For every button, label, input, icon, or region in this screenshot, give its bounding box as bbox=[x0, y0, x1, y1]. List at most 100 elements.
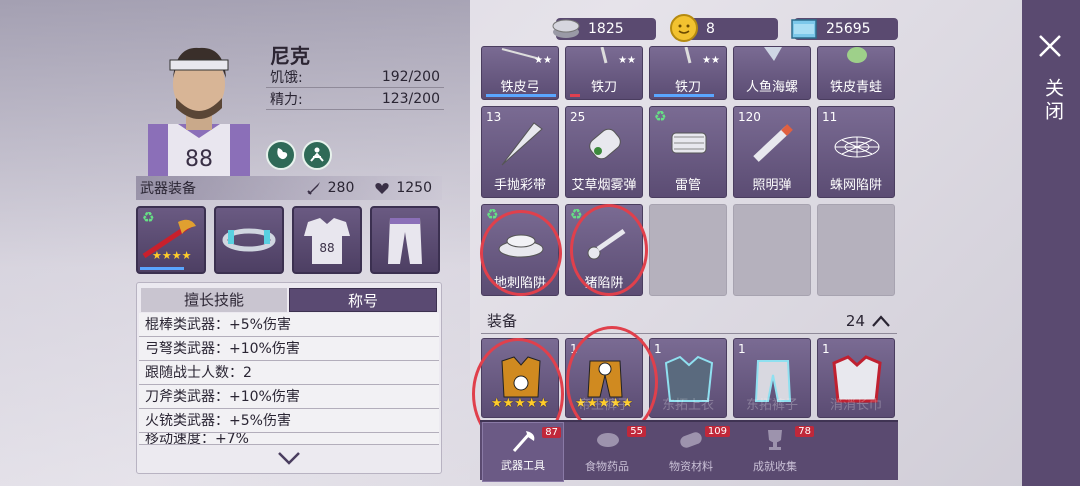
tab-food-medicine[interactable]: 55 食物药品 bbox=[566, 422, 648, 482]
conch-icon bbox=[764, 47, 782, 61]
log-icon bbox=[680, 432, 702, 448]
heart-icon bbox=[375, 183, 390, 194]
empty-slot bbox=[817, 204, 895, 296]
inventory-item[interactable]: 25 艾草烟雾弹 bbox=[565, 106, 643, 198]
chevron-down-icon[interactable] bbox=[276, 450, 302, 466]
currency-ticket: 25695 bbox=[791, 18, 898, 40]
skill-row: 棍棒类武器：+5%伤害 bbox=[139, 313, 439, 337]
annotation-circle bbox=[570, 204, 648, 296]
tab-label: 武器工具 bbox=[501, 459, 545, 472]
skill-row: 跟随战士人数：2 bbox=[139, 361, 439, 385]
equipment-count: 24 bbox=[845, 311, 865, 330]
durability-bar bbox=[654, 94, 714, 97]
trophy-icon bbox=[768, 430, 782, 450]
inventory-item[interactable]: ★★ 铁皮弓 bbox=[481, 46, 559, 100]
item-label: 消消长巾 bbox=[829, 398, 882, 413]
ticket-icon bbox=[791, 19, 817, 39]
close-icon[interactable] bbox=[1036, 32, 1064, 60]
stat-value: 192/200 bbox=[381, 68, 440, 85]
chevron-up-icon[interactable] bbox=[871, 314, 891, 328]
equipped-accessory-slot[interactable] bbox=[214, 206, 284, 274]
currency-silver: 1825 bbox=[552, 18, 656, 40]
item-label: 铁皮弓 bbox=[500, 80, 540, 95]
item-stars: ★★ bbox=[618, 55, 636, 66]
item-label: 人鱼海螺 bbox=[745, 80, 798, 95]
item-stars: ★★ bbox=[534, 55, 552, 66]
tab-count: 87 bbox=[542, 427, 561, 438]
health-stat: 1250 bbox=[374, 180, 432, 196]
skills-panel: 擅长技能 称号 棍棒类武器：+5%伤害 弓弩类武器：+10%伤害 跟随战士人数：… bbox=[136, 282, 442, 474]
item-label: 东拓裤子 bbox=[745, 398, 798, 413]
stat-label: 精力: bbox=[270, 91, 303, 108]
empty-slot bbox=[649, 204, 727, 296]
durability-bar bbox=[570, 94, 580, 97]
coin-stack-icon bbox=[552, 19, 580, 38]
inventory-item[interactable]: 11 蛛网陷阱 bbox=[817, 106, 895, 198]
close-label[interactable]: 关闭 bbox=[1040, 78, 1067, 124]
inventory-item[interactable]: ★★ 铁刀 bbox=[565, 46, 643, 100]
weapon-section-title: 武器装备 bbox=[140, 181, 196, 197]
tab-materials[interactable]: 109 物资材料 bbox=[650, 422, 732, 482]
durability-bar bbox=[140, 267, 184, 270]
pants-icon bbox=[388, 218, 422, 264]
equipment-title: 装备 bbox=[487, 312, 518, 330]
item-label: 雷管 bbox=[674, 178, 701, 193]
inventory-item[interactable]: 120 照明弹 bbox=[733, 106, 811, 198]
currency-value: 8 bbox=[706, 21, 715, 37]
equipped-weapon-slot[interactable]: ♻ ★★★★ bbox=[136, 206, 206, 274]
tab-weapons-tools[interactable]: 87 武器工具 bbox=[482, 422, 564, 482]
inventory-item[interactable]: 13 手抛彩带 bbox=[481, 106, 559, 198]
item-stars: ★★ bbox=[702, 55, 720, 66]
equipment-item[interactable]: 1 东拓裤子 bbox=[733, 338, 811, 418]
stomach-badge-icon[interactable] bbox=[266, 140, 296, 170]
item-label: 蛛网陷阱 bbox=[829, 178, 882, 193]
item-count: 120 bbox=[738, 110, 761, 124]
item-label: 铁刀 bbox=[674, 80, 701, 95]
meat-icon bbox=[597, 433, 619, 447]
currency-value: 25695 bbox=[826, 21, 871, 37]
item-label: 东拓上衣 bbox=[661, 398, 714, 413]
stat-label: 饥饿: bbox=[270, 69, 303, 86]
weapon-section-header: 武器装备 280 1250 bbox=[136, 176, 442, 200]
inventory-item[interactable]: 铁皮青蛙 bbox=[817, 46, 895, 100]
tab-label: 成就收集 bbox=[753, 460, 797, 473]
character-name: 尼克 bbox=[270, 44, 310, 68]
empty-slot bbox=[733, 204, 811, 296]
tab-label: 物资材料 bbox=[669, 460, 713, 473]
equipped-pants-slot[interactable] bbox=[370, 206, 440, 274]
recycle-icon: ♻ bbox=[654, 109, 667, 125]
tab-count: 78 bbox=[795, 426, 814, 437]
skill-row: 弓弩类武器：+10%伤害 bbox=[139, 337, 439, 361]
close-panel[interactable]: 关闭 bbox=[1022, 0, 1080, 486]
item-label: 手抛彩带 bbox=[493, 178, 546, 193]
jersey-icon: 88 bbox=[304, 218, 350, 264]
stat-value: 123/200 bbox=[381, 90, 440, 107]
equipment-item[interactable]: 1 东拓上衣 bbox=[649, 338, 727, 418]
equipped-shirt-slot[interactable]: 88 bbox=[292, 206, 362, 274]
item-label: 照明弹 bbox=[752, 178, 792, 193]
item-label: 铁皮青蛙 bbox=[829, 80, 882, 95]
attack-stat: 280 bbox=[306, 180, 354, 196]
inventory-item[interactable]: ★★ 铁刀 bbox=[649, 46, 727, 100]
skill-row: 移动速度：+7% bbox=[139, 433, 439, 445]
svg-text:88: 88 bbox=[319, 241, 334, 255]
tab-count: 55 bbox=[627, 426, 646, 437]
tab-title[interactable]: 称号 bbox=[289, 288, 437, 312]
item-label: 铁刀 bbox=[590, 80, 617, 95]
inventory-item[interactable]: 人鱼海螺 bbox=[733, 46, 811, 100]
stat-energy: 精力: 123/200 bbox=[266, 88, 444, 110]
item-count: 13 bbox=[486, 110, 502, 124]
health-value: 1250 bbox=[396, 180, 432, 196]
inventory-item[interactable]: ♻ 雷管 bbox=[649, 106, 727, 198]
equipment-item[interactable]: 1 消消长巾 bbox=[817, 338, 895, 418]
tab-skills[interactable]: 擅长技能 bbox=[141, 288, 287, 312]
tab-achievements[interactable]: 78 成就收集 bbox=[734, 422, 816, 482]
item-label: 艾草烟雾弹 bbox=[571, 178, 637, 193]
equipment-header[interactable]: 装备 24 bbox=[481, 308, 897, 334]
frog-toy-icon bbox=[847, 47, 867, 63]
currency-gold: 8 bbox=[670, 14, 778, 42]
annotation-circle bbox=[480, 210, 562, 296]
sword-icon bbox=[306, 182, 320, 195]
meditation-badge-icon[interactable] bbox=[302, 140, 332, 170]
axe-icon bbox=[512, 431, 535, 452]
